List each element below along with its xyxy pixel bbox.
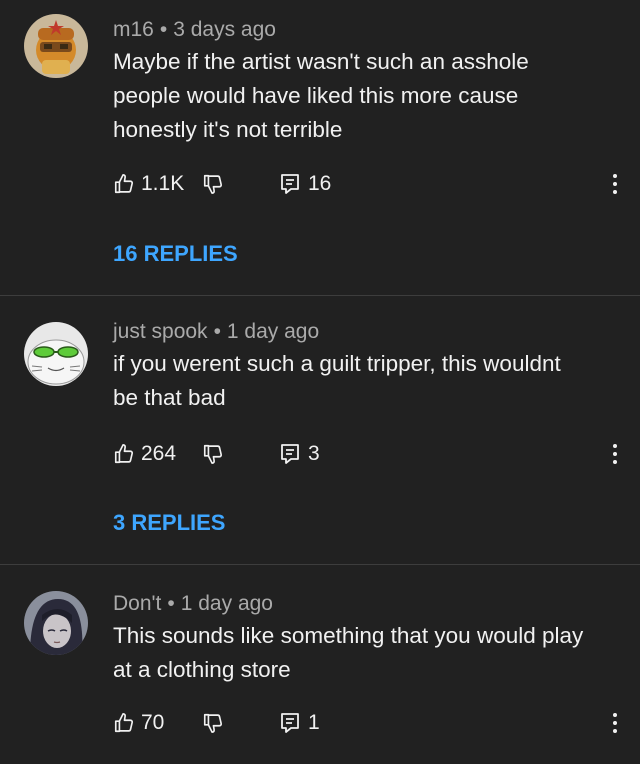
- thumbs-up-icon: [114, 444, 134, 464]
- comment-text: Maybe if the artist wasn't such an assho…: [113, 45, 623, 147]
- reply-button[interactable]: 16: [280, 168, 331, 200]
- avatar-dont[interactable]: [24, 591, 88, 655]
- thumbs-down-icon: [203, 174, 223, 194]
- like-count: 70: [141, 711, 165, 734]
- reply-icon: [281, 174, 299, 194]
- comment-text-line: people would have liked this more cause: [113, 83, 519, 108]
- comment-text-line: be that bad: [113, 385, 226, 410]
- reply-count: 16: [308, 172, 332, 195]
- author-name[interactable]: just spook: [113, 320, 208, 343]
- reply-count: 3: [308, 442, 320, 465]
- comment-actions: 1.1K 16: [113, 168, 623, 200]
- more-vertical-icon[interactable]: [605, 440, 625, 468]
- comment-text-line: This sounds like something that you woul…: [113, 623, 584, 648]
- reply-button[interactable]: 1: [280, 707, 320, 739]
- avatar-m16[interactable]: [24, 14, 88, 78]
- comment-time[interactable]: 3 days ago: [173, 18, 276, 41]
- comment-3: Don't • 1 day ago This sounds like somethi…: [0, 565, 640, 764]
- thumbs-up-icon: [114, 713, 134, 733]
- meta-separator: •: [159, 18, 168, 41]
- comment-1: m16 • 3 days ago Maybe if the artist wasn'…: [0, 0, 640, 296]
- comment-actions: 70 1: [113, 707, 623, 739]
- comment-2: just spook • 1 day ago if you werent such …: [0, 296, 640, 565]
- dislike-button[interactable]: [202, 438, 224, 470]
- comment-meta: just spook • 1 day ago: [113, 320, 319, 344]
- dislike-button[interactable]: [202, 707, 224, 739]
- more-vertical-icon[interactable]: [605, 709, 625, 737]
- comment-meta: Don't • 1 day ago: [113, 592, 273, 616]
- reply-button[interactable]: 3: [280, 438, 320, 470]
- meta-separator: •: [213, 320, 221, 343]
- like-count: 1.1K: [141, 172, 185, 195]
- meta-separator: •: [167, 592, 175, 615]
- like-button[interactable]: 264: [113, 438, 176, 470]
- comment-meta: m16 • 3 days ago: [113, 18, 276, 42]
- comment-text-line: if you werent such a guilt tripper, this…: [113, 351, 561, 376]
- reply-icon: [281, 713, 299, 733]
- view-replies-button[interactable]: 3 REPLIES: [113, 510, 225, 536]
- reply-icon: [281, 444, 299, 464]
- thumbs-down-icon: [203, 713, 223, 733]
- comment-text-line: honestly it's not terrible: [113, 117, 343, 142]
- comment-time[interactable]: 1 day ago: [181, 592, 273, 615]
- thumbs-down-icon: [203, 444, 223, 464]
- comment-text-line: at a clothing store: [113, 657, 291, 682]
- like-count: 264: [141, 442, 177, 465]
- like-button[interactable]: 70: [113, 707, 164, 739]
- author-name[interactable]: Don't: [113, 592, 161, 615]
- comment-time[interactable]: 1 day ago: [227, 320, 319, 343]
- comment-actions: 264 3: [113, 438, 623, 470]
- avatar-just-spook[interactable]: [24, 322, 88, 386]
- dislike-button[interactable]: [202, 168, 224, 200]
- view-replies-button[interactable]: 16 REPLIES: [113, 241, 238, 267]
- thumbs-up-icon: [114, 174, 134, 194]
- more-vertical-icon[interactable]: [605, 170, 625, 198]
- author-name[interactable]: m16: [113, 18, 154, 41]
- comment-text: This sounds like something that you woul…: [113, 619, 623, 687]
- comment-text: if you werent such a guilt tripper, this…: [113, 347, 623, 415]
- reply-count: 1: [308, 711, 320, 734]
- comment-text-line: Maybe if the artist wasn't such an assho…: [113, 49, 529, 74]
- like-button[interactable]: 1.1K: [113, 168, 184, 200]
